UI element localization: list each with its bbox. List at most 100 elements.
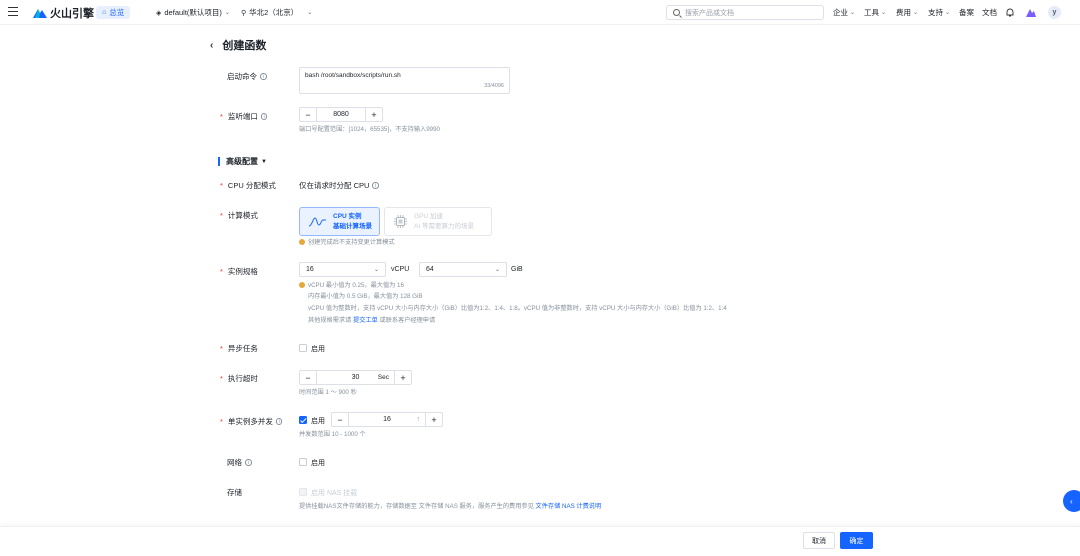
collapse-sidebar-button[interactable]: ‹ (1063, 490, 1080, 512)
label-text: 异步任务 (227, 344, 258, 353)
bell-icon[interactable] (1006, 0, 1014, 25)
startup-command-label: 启动命令 i (227, 71, 267, 82)
memory-value: 64 (426, 266, 434, 273)
increment-button[interactable]: + (426, 413, 442, 426)
port-stepper[interactable]: − 8080 + (299, 107, 383, 122)
network-label: 网络 i (227, 457, 252, 468)
user-avatar[interactable]: y (1048, 6, 1061, 19)
nas-mount-checkbox[interactable] (299, 488, 307, 496)
volcano-logo-icon (33, 9, 47, 18)
label-text: 监听端口 (227, 112, 258, 121)
compute-mode-label: * 计算模式 (220, 210, 258, 221)
hint-text: 或联系客户经理申请 (377, 317, 436, 324)
label-text: 单实例多并发 (227, 417, 273, 426)
info-icon[interactable]: i (275, 418, 283, 425)
chevron-down-icon: ⌄ (494, 267, 500, 273)
home-overview-button[interactable]: ⌂ 总览 (96, 6, 131, 19)
required-mark: * (220, 267, 223, 276)
menu-icon[interactable] (8, 7, 20, 17)
spec-hint-1: vCPU 最小值为 0.25，最大值为 16 (299, 281, 404, 291)
chevron-down-icon: ⌄ (224, 10, 230, 16)
waveform-icon (309, 216, 326, 226)
decrement-button[interactable]: − (300, 108, 316, 121)
info-icon[interactable]: i (260, 113, 268, 120)
concurrency-stepper[interactable]: − 16 ↑ + (331, 412, 443, 427)
port-value[interactable]: 8080 (316, 108, 366, 121)
nav-label: 费用 (896, 8, 911, 17)
required-mark: * (220, 112, 223, 121)
async-task-checkbox-label[interactable]: 启用 (311, 344, 325, 354)
arrow-up-icon: ↑ (416, 416, 421, 423)
page-title-text: 创建函数 (222, 40, 267, 52)
char-count: 33/4096 (484, 83, 504, 89)
decrement-button[interactable]: − (300, 371, 316, 384)
brand-logo[interactable]: 火山引擎 (33, 0, 94, 25)
concurrency-label: * 单实例多并发 i (220, 416, 283, 427)
decrement-button[interactable]: − (332, 413, 348, 426)
compute-option-cpu[interactable]: CPU 实例 基础计算场景 (299, 207, 380, 236)
section-title: 高级配置 (226, 157, 258, 166)
brand-name: 火山引擎 (50, 7, 94, 20)
spec-hint-4: 其他规格需求请 提交工单 或联系客户经理申请 (308, 316, 435, 326)
vcpu-value: 16 (306, 266, 314, 273)
cancel-button[interactable]: 取消 (803, 532, 835, 549)
nas-billing-link[interactable]: 文件存储 NAS 计费说明 (536, 503, 602, 510)
required-mark: * (220, 374, 223, 383)
concurrency-checkbox-label[interactable]: 启用 (311, 416, 325, 426)
spec-hint-2: 内存最小值为 0.5 GiB，最大值为 128 GiB (308, 293, 423, 300)
timeout-hint: 时间范围 1 ～ 900 秒 (299, 389, 357, 396)
caret-down-icon: ▼ (261, 158, 267, 165)
timeout-stepper[interactable]: − 30 Sec + (299, 370, 412, 385)
project-name: default(默认项目) (164, 8, 222, 17)
project-selector[interactable]: ◈ default(默认项目) ⌄ (156, 0, 230, 25)
warning-icon (299, 239, 305, 245)
startup-command-textarea[interactable]: bash /root/sandbox/scripts/run.sh 33/409… (299, 67, 510, 94)
label-text: 启动命令 (227, 72, 257, 81)
advanced-config-toggle[interactable]: 高级配置 ▼ (218, 156, 267, 167)
compute-option-gpu[interactable]: GPU 加速 AI 等需要算力的场景 (384, 207, 492, 236)
nav-tools[interactable]: 工具 ⌄ (864, 0, 886, 25)
vcpu-unit: vCPU (391, 266, 410, 273)
warning-icon (299, 282, 305, 288)
nav-enterprise[interactable]: 企业 ⌄ (833, 0, 855, 25)
home-label: 总览 (109, 8, 125, 17)
label-text: 计算模式 (227, 211, 258, 220)
ai-assistant-icon[interactable] (1026, 0, 1036, 25)
chip-icon (394, 215, 407, 228)
info-icon[interactable]: i (245, 459, 252, 466)
back-chevron-icon[interactable]: ‹ (210, 40, 213, 51)
required-mark: * (220, 344, 223, 353)
memory-select[interactable]: 64 ⌄ (419, 262, 507, 277)
region-selector[interactable]: ⚲ 华北2（北京） ⌄ (241, 0, 312, 25)
concurrency-checkbox[interactable] (299, 416, 307, 424)
submit-ticket-link[interactable]: 提交工单 (353, 317, 378, 324)
concurrency-value-field[interactable]: 16 ↑ (348, 413, 426, 426)
nav-label: 支持 (928, 8, 943, 17)
storage-hint: 提供挂载NAS文件存储的能力，存储数据至 文件存储 NAS 服务，服务产生的费用… (299, 502, 601, 512)
info-icon[interactable]: i (260, 73, 267, 80)
network-checkbox-label[interactable]: 启用 (311, 458, 325, 468)
nas-mount-checkbox-label[interactable]: 启用 NAS 挂载 (311, 488, 357, 498)
hint-text: 创建完成后不支持变更计算模式 (308, 239, 395, 246)
info-icon[interactable]: i (372, 182, 379, 189)
timeout-unit: Sec (377, 374, 389, 381)
concurrency-hint: 并发数范围 10 - 1000 个 (299, 431, 366, 438)
home-icon: ⌂ (102, 9, 107, 16)
timeout-value-field[interactable]: 30 Sec (316, 371, 395, 384)
top-navigation-bar: 火山引擎 ⌂ 总览 ◈ default(默认项目) ⌄ ⚲ 华北2（北京） ⌄ … (0, 0, 1080, 25)
nav-support[interactable]: 支持 ⌄ (928, 0, 950, 25)
search-input[interactable]: 搜索产品或文档 (666, 5, 824, 20)
nav-docs[interactable]: 文档 (982, 0, 997, 25)
nav-label: 企业 (833, 8, 848, 17)
option-title: GPU 加速 (414, 212, 443, 220)
async-task-checkbox[interactable] (299, 344, 307, 352)
confirm-button[interactable]: 确定 (840, 532, 873, 549)
network-checkbox[interactable] (299, 458, 307, 466)
vcpu-select[interactable]: 16 ⌄ (299, 262, 386, 277)
increment-button[interactable]: + (395, 371, 411, 384)
chevron-down-icon: ⌄ (850, 10, 856, 16)
nav-billing[interactable]: 费用 ⌄ (896, 0, 918, 25)
compute-mode-hint: 创建完成后不支持变更计算模式 (299, 238, 395, 248)
increment-button[interactable]: + (366, 108, 382, 121)
nav-filing[interactable]: 备案 (959, 0, 974, 25)
